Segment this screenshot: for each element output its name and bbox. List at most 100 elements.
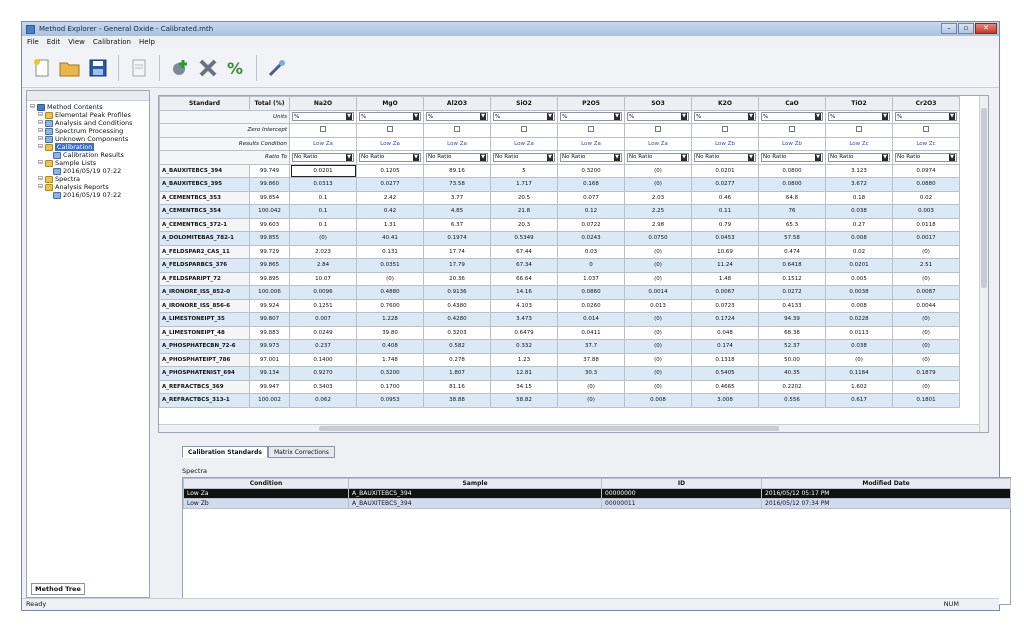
menu-calibration[interactable]: Calibration — [93, 38, 131, 46]
value-cell[interactable]: (0) — [892, 271, 960, 286]
value-cell[interactable]: 0.1512 — [758, 271, 826, 286]
results-condition-link[interactable]: Low Za — [380, 141, 400, 147]
column-header-oxide[interactable]: SO3 — [624, 96, 692, 111]
tree-item[interactable]: 2016/05/19 07:22 — [30, 191, 146, 199]
results-condition-link[interactable]: Low Zc — [916, 141, 935, 147]
value-cell[interactable]: 2.03 — [624, 190, 692, 205]
standard-name-cell[interactable]: A_CEMENTBCS_354 — [159, 204, 250, 219]
table-row[interactable]: A_BAUXITEBCS_395 99.860 0.0313 0.0277 73.58 1… — [159, 177, 960, 192]
value-cell[interactable]: 0.0118 — [892, 217, 960, 232]
standard-name-cell[interactable]: A_IRONORE_ISS_852-0 — [159, 285, 250, 300]
value-cell[interactable]: 1.717 — [490, 177, 558, 192]
value-cell[interactable]: 57.58 — [758, 231, 826, 246]
value-cell[interactable]: (0) — [892, 244, 960, 259]
maximize-button[interactable]: ▫ — [958, 23, 974, 34]
value-cell[interactable]: 20.36 — [423, 271, 491, 286]
chevron-down-icon[interactable]: ▼ — [748, 113, 754, 121]
value-cell[interactable]: 14.16 — [490, 285, 558, 300]
zero-intercept-checkbox[interactable] — [856, 126, 862, 133]
results-condition-link[interactable]: Low Za — [447, 141, 467, 147]
standard-name-cell[interactable]: A_IRONORE_ISS_856-6 — [159, 298, 250, 313]
column-header-total[interactable]: Total (%) — [249, 96, 290, 111]
meta-dropdown[interactable]: No Ratio ▼ — [560, 152, 622, 162]
zero-intercept-checkbox[interactable] — [722, 126, 728, 133]
value-cell[interactable]: 0.005 — [825, 271, 893, 286]
column-header-oxide[interactable]: Cr2O3 — [892, 96, 960, 111]
column-header-oxide[interactable]: CaO — [758, 96, 826, 111]
value-cell[interactable]: (0) — [624, 258, 692, 273]
results-condition-link[interactable]: Low Za — [514, 141, 534, 147]
spectra-column-header[interactable]: ID — [601, 478, 762, 489]
value-cell[interactable]: 0.0411 — [557, 325, 625, 340]
value-cell[interactable]: 0.0044 — [892, 298, 960, 313]
tab-matrix-corrections[interactable]: Matrix Corrections — [267, 446, 335, 458]
chevron-down-icon[interactable]: ▼ — [882, 113, 888, 121]
tree-item[interactable]: ⊟ Elemental Peak Profiles — [30, 111, 146, 119]
value-cell[interactable]: 40.41 — [356, 231, 424, 246]
chevron-down-icon[interactable]: ▼ — [815, 113, 821, 121]
spectra-row[interactable]: Low Za A_BAUXITEBCS_394 00000000 2016/05/12… — [183, 488, 1011, 499]
chevron-down-icon[interactable]: ▼ — [614, 113, 620, 121]
value-cell[interactable]: 0.0017 — [892, 231, 960, 246]
value-cell[interactable]: 0.03 — [557, 244, 625, 259]
expander-icon[interactable]: ⊟ — [38, 111, 45, 119]
value-cell[interactable]: 0.9136 — [423, 285, 491, 300]
expander-icon[interactable]: ⊟ — [38, 175, 45, 183]
value-cell[interactable]: 0.014 — [557, 312, 625, 327]
value-cell[interactable]: 2.51 — [892, 258, 960, 273]
value-cell[interactable]: 1.602 — [825, 379, 893, 394]
table-row[interactable]: A_PHOSPHATECBN_72-6 99.973 0.237 0.408 0.582… — [159, 339, 960, 354]
value-cell[interactable]: 0.1205 — [356, 163, 424, 178]
chevron-down-icon[interactable]: ▼ — [614, 153, 620, 161]
value-cell[interactable]: 0.0351 — [356, 258, 424, 273]
zero-intercept-checkbox[interactable] — [521, 126, 527, 133]
value-cell[interactable]: (0) — [356, 271, 424, 286]
chevron-down-icon[interactable]: ▼ — [949, 153, 955, 161]
value-cell[interactable]: 17.74 — [423, 244, 491, 259]
menu-help[interactable]: Help — [139, 38, 155, 46]
value-cell[interactable]: 2.98 — [624, 217, 692, 232]
meta-dropdown[interactable]: No Ratio ▼ — [828, 152, 890, 162]
value-cell[interactable]: (0) — [892, 339, 960, 354]
table-row[interactable]: A_BAUXITEBCS_394 99.749 0.0201 0.1205 89.16 5… — [159, 163, 960, 178]
value-cell[interactable]: (0) — [624, 366, 692, 381]
column-header-oxide[interactable]: SiO2 — [490, 96, 558, 111]
value-cell[interactable]: 73.58 — [423, 177, 491, 192]
value-cell[interactable]: 0.18 — [825, 190, 893, 205]
value-cell[interactable]: 0.0750 — [624, 231, 692, 246]
chevron-down-icon[interactable]: ▼ — [413, 113, 419, 121]
standard-name-cell[interactable]: A_FELDSPAR2_CAS_11 — [159, 244, 250, 259]
value-cell[interactable]: 0.3403 — [289, 379, 357, 394]
value-cell[interactable]: (0) — [624, 325, 692, 340]
value-cell[interactable]: 0.1251 — [289, 298, 357, 313]
value-cell[interactable]: (0) — [289, 231, 357, 246]
value-cell[interactable]: 0.0260 — [557, 298, 625, 313]
value-cell[interactable]: 0.2202 — [758, 379, 826, 394]
value-cell[interactable]: 0.9270 — [289, 366, 357, 381]
scroll-thumb[interactable] — [319, 426, 779, 431]
meta-dropdown[interactable]: No Ratio ▼ — [694, 152, 756, 162]
meta-dropdown[interactable]: % ▼ — [493, 112, 555, 122]
standard-name-cell[interactable]: A_CEMENTBCS_353 — [159, 190, 250, 205]
value-cell[interactable]: 0.0249 — [289, 325, 357, 340]
value-cell[interactable]: (0) — [624, 352, 692, 367]
tree-item[interactable]: ⊟ Spectra — [30, 175, 146, 183]
value-cell[interactable]: 0.0722 — [557, 217, 625, 232]
value-cell[interactable]: 0.003 — [892, 204, 960, 219]
tree-item[interactable]: ⊟ Analysis and Conditions — [30, 119, 146, 127]
percent-button[interactable]: % — [224, 56, 248, 80]
meta-dropdown[interactable]: No Ratio ▼ — [426, 152, 488, 162]
value-cell[interactable]: 76 — [758, 204, 826, 219]
value-cell[interactable]: 81.16 — [423, 379, 491, 394]
new-file-button[interactable] — [30, 56, 54, 80]
value-cell[interactable]: 0.27 — [825, 217, 893, 232]
value-cell[interactable]: 0.4133 — [758, 298, 826, 313]
value-cell[interactable]: 0.0974 — [892, 163, 960, 178]
value-cell[interactable]: 1.037 — [557, 271, 625, 286]
grid-horizontal-scrollbar[interactable] — [159, 424, 979, 432]
standard-name-cell[interactable]: A_REFRACTBCS_313-1 — [159, 393, 250, 408]
value-cell[interactable]: 0.1318 — [691, 352, 759, 367]
value-cell[interactable]: 1.807 — [423, 366, 491, 381]
meta-dropdown[interactable]: No Ratio ▼ — [292, 152, 354, 162]
zero-intercept-checkbox[interactable] — [454, 126, 460, 133]
